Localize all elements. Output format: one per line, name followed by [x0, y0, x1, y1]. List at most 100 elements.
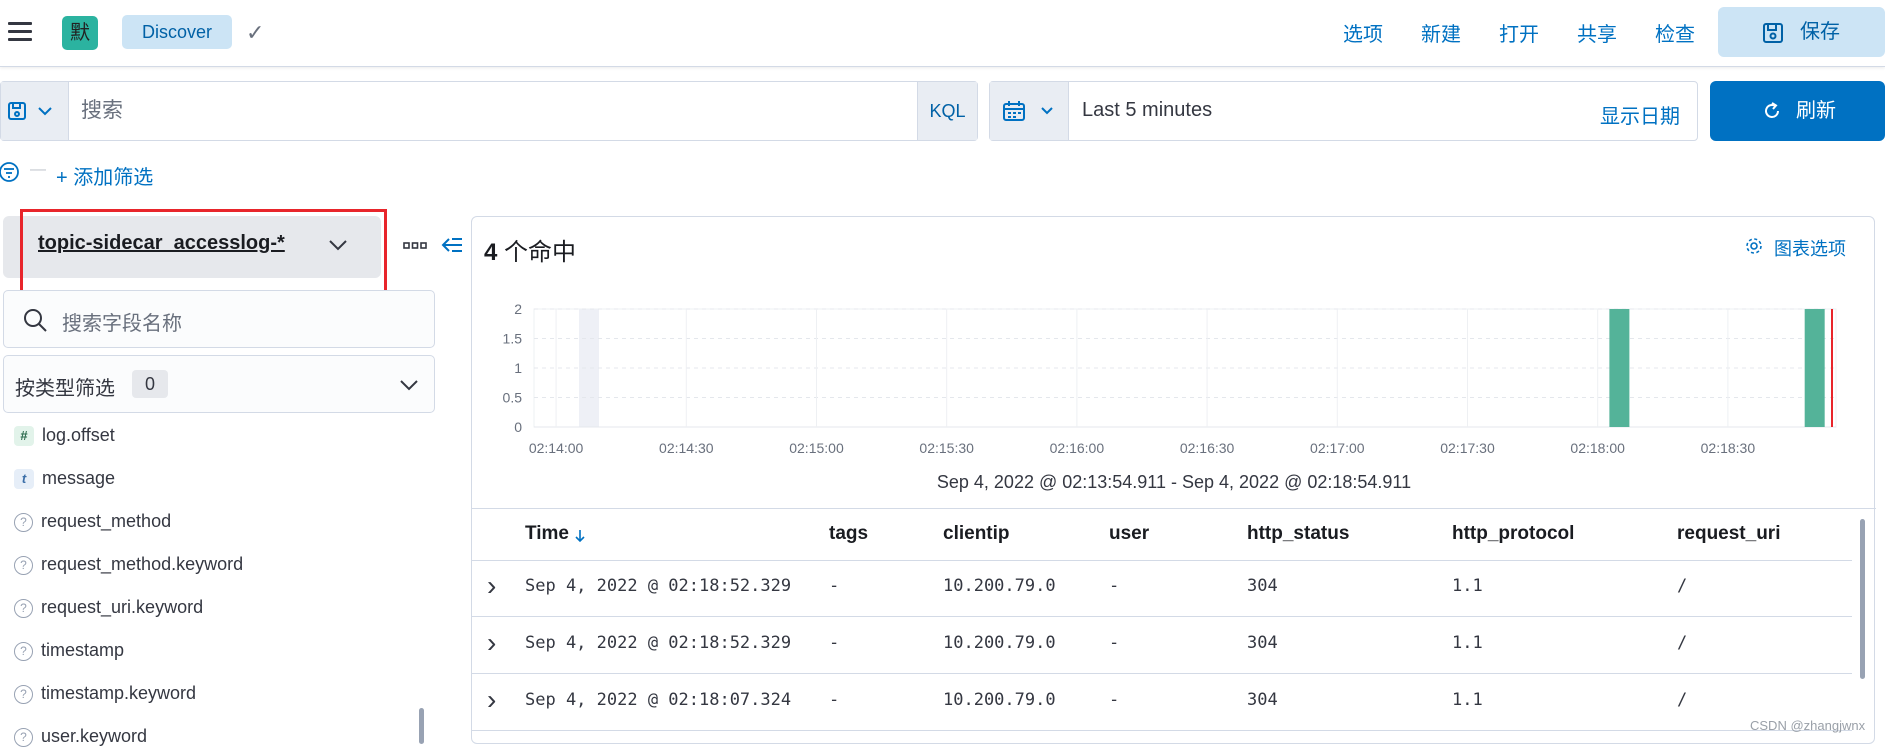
field-search[interactable]: 搜索字段名称 — [3, 290, 435, 348]
calendar-icon — [1003, 101, 1025, 121]
chart-options-button[interactable]: 图表选项 — [1745, 235, 1846, 261]
table-cell: 1.1 — [1452, 690, 1483, 710]
sort-desc-icon[interactable] — [574, 529, 586, 543]
string-field-type-icon: t — [14, 469, 34, 490]
save-button[interactable]: 保存 — [1718, 7, 1885, 57]
collapse-sidebar-icon[interactable] — [440, 235, 464, 255]
unknown-field-type-icon: ? — [14, 555, 33, 575]
menu-icon[interactable] — [8, 22, 32, 41]
histogram-bar — [1804, 309, 1825, 427]
unknown-field-type-icon: ? — [14, 512, 33, 532]
chart-time-range: Sep 4, 2022 @ 02:13:54.911 - Sep 4, 2022… — [936, 472, 1412, 492]
field-item[interactable]: ? request_uri.keyword — [14, 592, 203, 622]
table-cell: / — [1677, 576, 1688, 596]
hits-count: 4 个命中 — [484, 232, 576, 267]
quick-select-button[interactable] — [990, 82, 1069, 140]
column-header-request-uri[interactable]: request_uri — [1677, 523, 1780, 545]
y-tick-label: 2 — [514, 301, 522, 317]
table-cell: / — [1677, 690, 1688, 710]
hits-number: 4 — [484, 239, 498, 266]
search-input[interactable]: 搜索 — [69, 82, 917, 140]
field-item[interactable]: ? user.keyword — [14, 721, 147, 751]
field-item[interactable]: t message — [14, 463, 115, 493]
column-header-time[interactable]: Time — [525, 523, 569, 545]
add-filter-button[interactable]: + 添加筛选 — [56, 161, 153, 190]
chevron-down-icon — [38, 107, 52, 116]
histogram-bar — [1609, 309, 1630, 427]
search-icon — [24, 309, 47, 332]
filter-menu-icon[interactable] — [0, 161, 22, 183]
field-item[interactable]: ? timestamp.keyword — [14, 678, 196, 708]
chevron-down-icon — [400, 380, 418, 391]
nav-options[interactable]: 选项 — [1343, 18, 1383, 47]
table-cell: 304 — [1247, 576, 1278, 596]
field-name: request_uri.keyword — [41, 597, 204, 617]
save-label: 保存 — [1800, 21, 1840, 43]
table-cell: Sep 4, 2022 @ 02:18:07.324 — [525, 690, 792, 710]
y-tick-label: 0.5 — [503, 390, 523, 406]
y-tick-label: 1.5 — [503, 331, 523, 347]
field-item[interactable]: ? request_method — [14, 506, 171, 536]
table-cell: Sep 4, 2022 @ 02:18:52.329 — [525, 576, 792, 596]
expand-row-chevron-icon[interactable]: › — [487, 686, 496, 714]
table-cell: Sep 4, 2022 @ 02:18:52.329 — [525, 633, 792, 653]
table-cell: - — [829, 633, 840, 653]
table-scrollbar[interactable] — [1860, 519, 1865, 679]
refresh-label: 刷新 — [1796, 100, 1836, 122]
saved-query-icon — [8, 102, 26, 120]
chevron-down-icon — [1041, 107, 1053, 115]
field-name: timestamp — [41, 640, 125, 660]
filter-by-type-label: 按类型筛选 — [15, 378, 115, 400]
field-item[interactable]: ? timestamp — [14, 635, 124, 665]
hits-label: 个命中 — [504, 239, 577, 266]
column-header-clientip[interactable]: clientip — [943, 523, 1010, 545]
breadcrumb-discover[interactable]: Discover — [122, 15, 232, 49]
column-header-http-protocol[interactable]: http_protocol — [1452, 523, 1574, 545]
column-header-tags[interactable]: tags — [829, 523, 868, 545]
show-dates-button[interactable]: 显示日期 — [1600, 100, 1680, 129]
field-name: user.keyword — [41, 726, 148, 746]
table-cell: 1.1 — [1452, 633, 1483, 653]
nav-share[interactable]: 共享 — [1577, 18, 1617, 47]
saved-query-menu[interactable] — [1, 82, 69, 140]
field-item[interactable]: ? request_method.keyword — [14, 549, 243, 579]
row-divider — [472, 673, 1852, 674]
column-header-http-status[interactable]: http_status — [1247, 523, 1349, 545]
x-tick-label: 02:18:30 — [1701, 440, 1756, 456]
unknown-field-type-icon: ? — [14, 598, 33, 618]
column-header-user[interactable]: user — [1109, 523, 1149, 545]
space-avatar[interactable]: 默 — [62, 16, 98, 50]
x-tick-label: 02:16:30 — [1180, 440, 1235, 456]
x-tick-label: 02:17:00 — [1310, 440, 1365, 456]
refresh-button[interactable]: 刷新 — [1710, 81, 1885, 141]
nav-inspect[interactable]: 检查 — [1655, 18, 1695, 47]
x-tick-label: 02:15:00 — [789, 440, 844, 456]
sidebar-scrollbar[interactable] — [419, 708, 424, 744]
unknown-field-type-icon: ? — [14, 641, 33, 661]
filter-by-type[interactable]: 按类型筛选 0 — [3, 355, 435, 413]
refresh-icon — [1765, 102, 1779, 118]
nav-open[interactable]: 打开 — [1499, 18, 1539, 47]
time-range-text[interactable]: Last 5 minutes — [1082, 99, 1212, 122]
kql-toggle[interactable]: KQL — [917, 82, 977, 140]
table-cell: - — [829, 576, 840, 596]
table-cell: - — [1109, 633, 1120, 653]
table-cell: 10.200.79.0 — [943, 633, 1056, 653]
table-cell: 10.200.79.0 — [943, 576, 1056, 596]
save-icon — [1763, 23, 1783, 43]
table-cell: 304 — [1247, 690, 1278, 710]
expand-row-chevron-icon[interactable]: › — [487, 572, 496, 600]
table-cell: / — [1677, 633, 1688, 653]
field-item[interactable]: # log.offset — [14, 420, 115, 450]
x-tick-label: 02:16:00 — [1050, 440, 1105, 456]
more-options-icon[interactable] — [403, 240, 427, 252]
nav-new[interactable]: 新建 — [1421, 18, 1461, 47]
watermark: CSDN @zhangjwnx — [1750, 718, 1866, 733]
expand-row-chevron-icon[interactable]: › — [487, 629, 496, 657]
field-name: request_method.keyword — [41, 554, 244, 574]
field-search-placeholder: 搜索字段名称 — [62, 313, 182, 335]
table-cell: - — [829, 690, 840, 710]
filter-divider: — — [30, 161, 46, 178]
y-tick-label: 0 — [514, 419, 522, 435]
table-cell: 10.200.79.0 — [943, 690, 1056, 710]
